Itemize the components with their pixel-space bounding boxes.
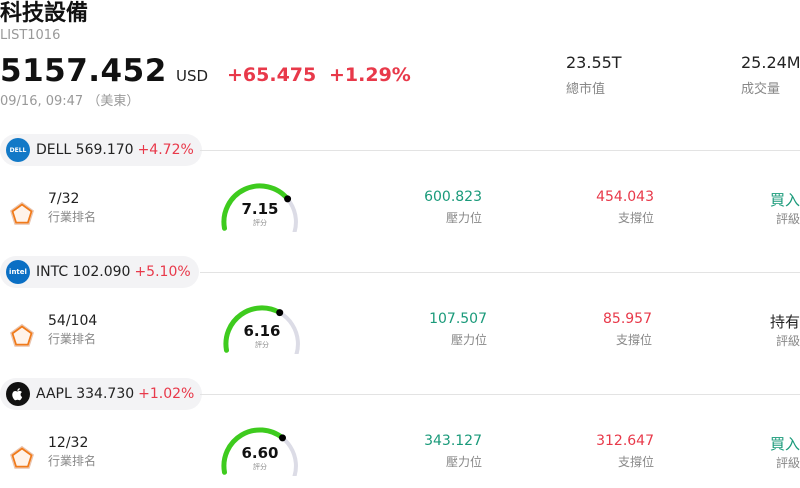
support-label: 支撐位 [615, 333, 652, 347]
rating-label: 評級 [775, 456, 800, 470]
volume-label: 成交量 [741, 82, 781, 97]
rating-value: 買入 [769, 435, 800, 453]
market-cap-value: 23.55T [566, 53, 622, 72]
industry-rank-value: 12/32 [48, 435, 89, 451]
stock-pill[interactable]: intel INTC 102.090 +5.10% [0, 256, 199, 288]
volume-value: 25.24M [741, 53, 800, 72]
stock-header[interactable]: AAPL 334.730 +1.02% [0, 378, 203, 410]
stock-symbol-price: AAPL 334.730 [36, 386, 135, 402]
radar-chart-icon [8, 322, 36, 350]
stock-list-page: 科技設備 LIST1016 5157.452 USD +65.475 +1.29… [0, 0, 800, 488]
support-value: 312.647 [596, 433, 654, 449]
currency-label: USD [176, 67, 209, 85]
index-price: 5157.452 [0, 53, 167, 89]
stock-header[interactable]: intel INTC 102.090 +5.10% [0, 256, 199, 288]
stock-change-pct: +5.10% [134, 264, 191, 280]
row-divider [200, 394, 800, 395]
radar-chart-icon [8, 200, 36, 228]
resistance-label: 壓力位 [445, 211, 482, 225]
industry-rank-value: 7/32 [48, 191, 80, 207]
stock-pill[interactable]: AAPL 334.730 +1.02% [0, 378, 203, 410]
resistance-value: 343.127 [424, 433, 482, 449]
page-title: 科技設備 [0, 1, 89, 26]
industry-rank-label: 行業排名 [48, 210, 97, 224]
rating-label: 評級 [775, 212, 800, 226]
score-label: 評分 [253, 463, 267, 471]
timestamp: 09/16, 09:47 （美東） [0, 94, 140, 109]
stock-symbol-price: INTC 102.090 [36, 264, 131, 280]
score-value: 6.60 [241, 444, 279, 462]
score-value: 7.15 [241, 200, 279, 218]
stock-pill[interactable]: DELL DELL 569.170 +4.72% [0, 134, 202, 166]
radar-chart-icon [8, 444, 36, 472]
dell-logo-icon: DELL [6, 138, 30, 162]
support-value: 454.043 [596, 189, 654, 205]
industry-rank-label: 行業排名 [48, 332, 97, 346]
rating-value: 持有 [769, 313, 800, 331]
row-divider [200, 150, 800, 151]
market-cap-label: 總市值 [566, 82, 606, 97]
score-value: 6.16 [243, 322, 281, 340]
resistance-label: 壓力位 [445, 455, 482, 469]
list-code: LIST1016 [0, 28, 61, 43]
rating-value: 買入 [769, 191, 800, 209]
score-label: 評分 [255, 341, 269, 349]
stock-symbol-price: DELL 569.170 [36, 142, 134, 158]
index-change: +65.475 [227, 64, 317, 86]
support-value: 85.957 [603, 311, 652, 327]
support-label: 支撐位 [617, 455, 654, 469]
stock-header[interactable]: DELL DELL 569.170 +4.72% [0, 134, 202, 166]
stock-change-pct: +1.02% [138, 386, 195, 402]
industry-rank-value: 54/104 [48, 313, 98, 329]
index-change-pct: +1.29% [329, 64, 411, 86]
row-divider [200, 272, 800, 273]
industry-rank-label: 行業排名 [48, 454, 97, 468]
resistance-value: 600.823 [424, 189, 482, 205]
apple-logo-icon [6, 382, 30, 406]
stock-change-pct: +4.72% [137, 142, 194, 158]
score-label: 評分 [253, 219, 267, 227]
intel-logo-icon: intel [6, 260, 30, 284]
resistance-value: 107.507 [429, 311, 487, 327]
rating-label: 評級 [775, 334, 800, 348]
support-label: 支撐位 [617, 211, 654, 225]
resistance-label: 壓力位 [450, 333, 487, 347]
